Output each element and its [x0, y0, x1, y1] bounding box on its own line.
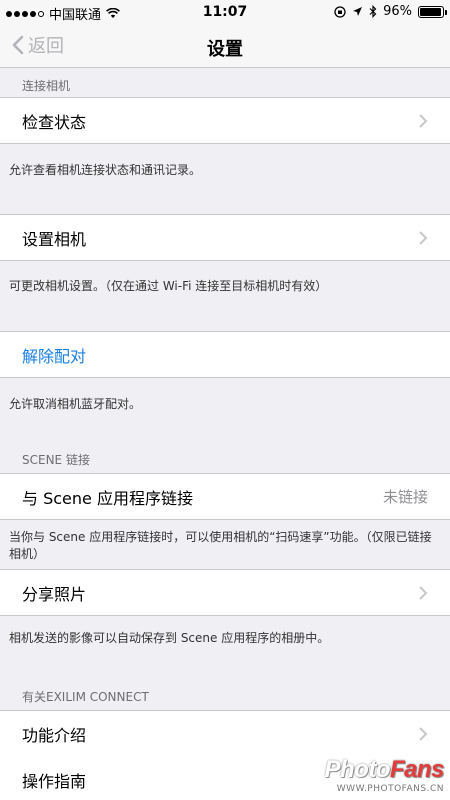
check-status-row[interactable]: 检查状态 [0, 97, 450, 144]
status-right: 96% [334, 4, 447, 19]
setup-camera-row[interactable]: 设置相机 [0, 214, 450, 261]
scene-link-status: 未链接 [382, 488, 428, 506]
chevron-right-icon [419, 585, 428, 600]
chevron-right-icon [419, 113, 428, 128]
scene-link-footer: 当你与 Scene 应用程序链接时，可以使用相机的“扫码速享”功能。（仅限已链接… [9, 530, 432, 561]
check-status-footer: 允许查看相机连接状态和通讯记录。 [9, 163, 202, 177]
battery-percent: 96% [383, 4, 412, 19]
check-status-label: 检查状态 [22, 112, 87, 132]
watermark-url: WWW.PHOTOFANS.CN [336, 784, 444, 794]
share-photos-label: 分享照片 [22, 584, 87, 604]
watermark-logo: PhotoFans [324, 756, 445, 783]
setup-camera-footer: 可更改相机设置。（仅在通过 Wi-Fi 连接至目标相机时有效） [9, 279, 328, 293]
bluetooth-icon [369, 5, 377, 18]
orientation-lock-icon [334, 5, 346, 18]
section-header-connect: 连接相机 [22, 79, 71, 93]
setup-camera-label: 设置相机 [22, 229, 87, 249]
scene-link-label: 与 Scene 应用程序链接 [22, 488, 193, 508]
share-photos-row[interactable]: 分享照片 [0, 569, 450, 616]
unpair-row[interactable]: 解除配对 [0, 331, 450, 378]
features-row[interactable]: 功能介绍 [0, 710, 450, 757]
share-photos-footer: 相机发送的影像可以自动保存到 Scene 应用程序的相册中。 [9, 631, 330, 645]
navigation-bar: 返回 设置 [0, 24, 450, 68]
page-title: 设置 [207, 39, 243, 60]
status-bar: 中国联通 11:07 96% [0, 0, 450, 24]
watermark: PhotoFans WWW.PHOTOFANS.CN [325, 756, 445, 794]
scene-link-row[interactable]: 与 Scene 应用程序链接 未链接 [0, 473, 450, 520]
unpair-label: 解除配对 [22, 346, 87, 366]
location-arrow-icon [353, 7, 363, 16]
chevron-right-icon [419, 726, 428, 741]
section-header-about: 有关EXILIM CONNECT [22, 690, 149, 704]
chevron-right-icon [419, 230, 428, 245]
section-header-scene: SCENE 链接 [22, 453, 90, 467]
battery-icon [418, 5, 447, 18]
unpair-footer: 允许取消相机蓝牙配对。 [9, 397, 142, 411]
features-label: 功能介绍 [22, 725, 87, 745]
